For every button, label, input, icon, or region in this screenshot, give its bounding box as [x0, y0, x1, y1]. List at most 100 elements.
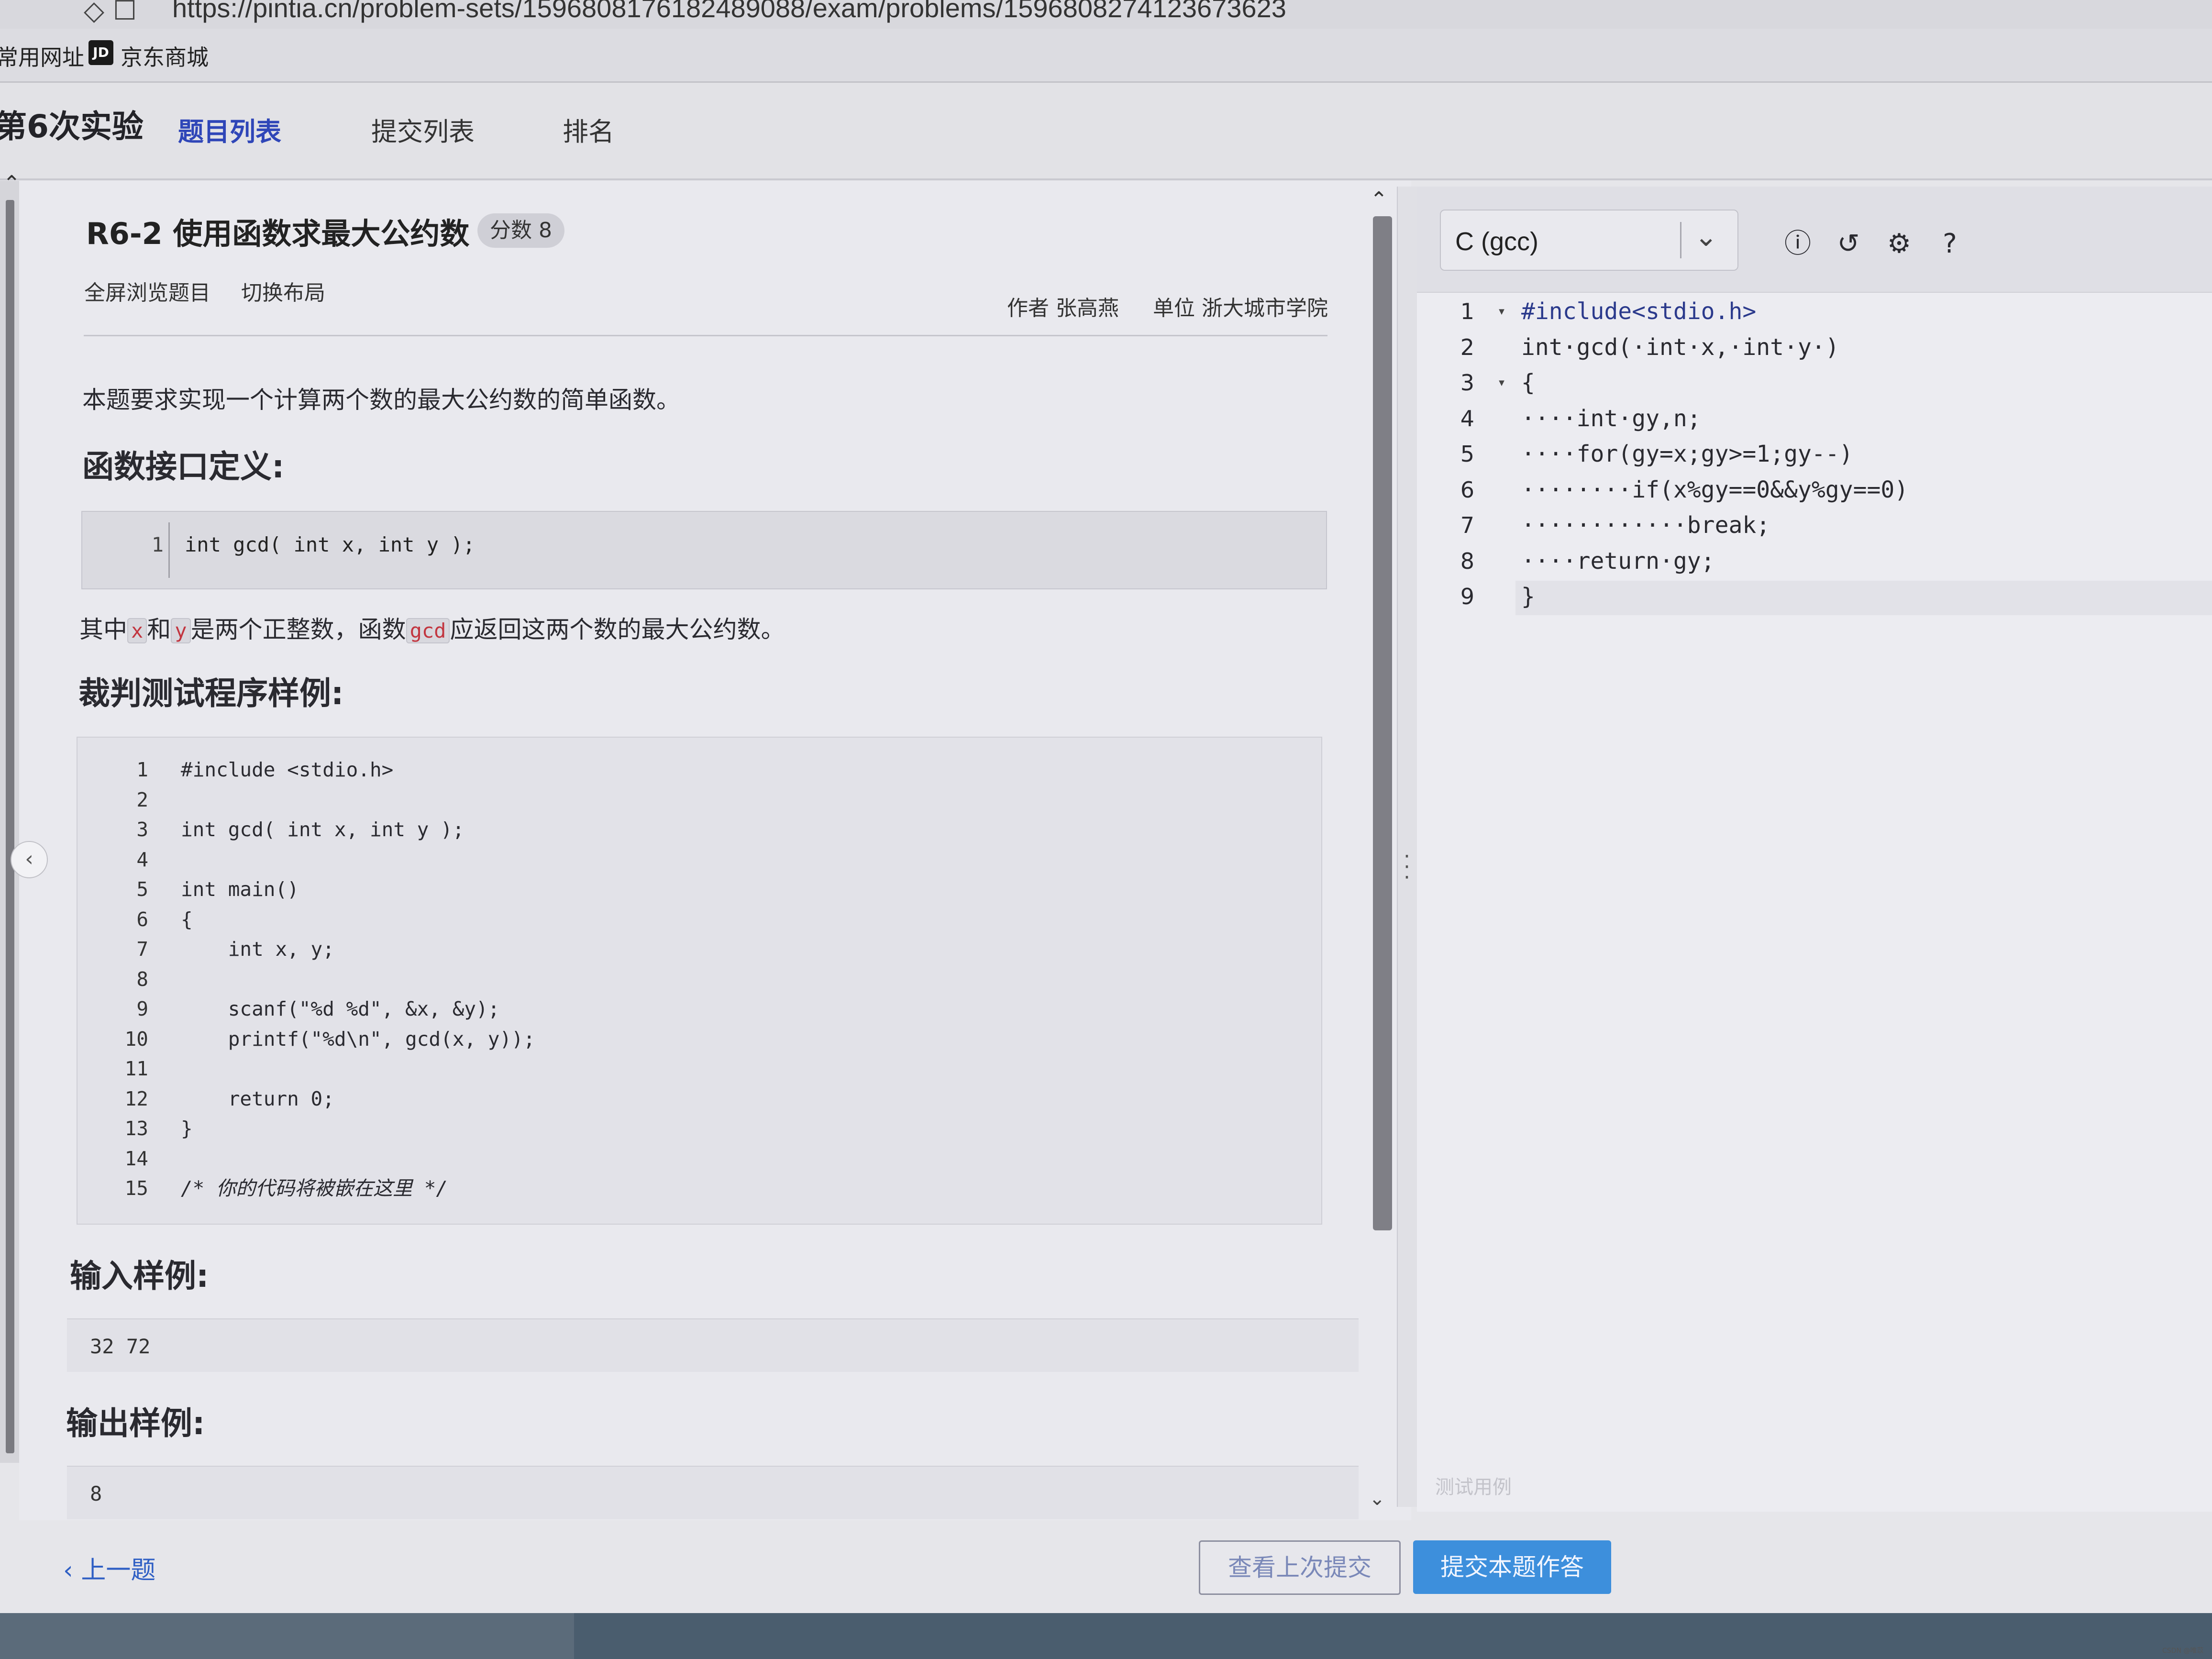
line-number: 2 [1460, 334, 1474, 360]
taskbar [0, 1613, 2212, 1659]
sample-code-line: 6{ [77, 905, 1311, 934]
content-scrollbar-thumb[interactable] [1373, 216, 1392, 1230]
content-scrollbar[interactable]: ⌃ [1369, 188, 1396, 1245]
line-number: 1 [151, 533, 164, 556]
prev-problem-label: 上一题 [81, 1556, 156, 1585]
scroll-up-icon[interactable]: ⌃ [3, 171, 21, 196]
editor-code-line[interactable]: 3 ▾ { [1435, 365, 2201, 400]
output-sample-heading: 输出样例: [66, 1405, 205, 1442]
drag-handle-icon[interactable]: · · · [1404, 846, 1410, 888]
line-number: 7 [1460, 512, 1474, 538]
sample-program-heading: 裁判测试程序样例: [78, 675, 344, 712]
explain-part: 和 [147, 616, 171, 643]
exam-title: 第6次实验 [0, 108, 144, 145]
bookmark-common-sites[interactable]: 常用网址 [0, 40, 84, 72]
editor-code-line[interactable]: 7 ············break; [1435, 508, 2201, 543]
scroll-down-icon[interactable]: ⌄ [1369, 1488, 1385, 1510]
taskbar-left [0, 1613, 574, 1659]
code-text: scanf("%d %d", &x, &y); [181, 997, 500, 1020]
line-number: 9 [1460, 584, 1474, 609]
editor-code-line[interactable]: 4 ····int·gy,n; [1435, 401, 2201, 436]
code-text: int gcd( int x, int y ); [181, 818, 465, 841]
input-sample-value: 32 72 [90, 1335, 151, 1358]
problem-title: R6-2 使用函数求最大公约数 [86, 216, 470, 251]
tab-submission-list[interactable]: 提交列表 [371, 111, 475, 148]
scroll-up-icon[interactable]: ⌃ [1370, 188, 1388, 212]
bookmarks-bar: 常用网址 JD 京东商城 [0, 29, 2212, 83]
line-number: 6 [136, 907, 148, 931]
code-text[interactable]: int·gcd(·int·x,·int·y·) [1521, 330, 1839, 365]
app-header: 第6次实验 题目列表 提交列表 排名 [0, 83, 2212, 180]
sample-code-line: 15 /* 你的代码将被嵌在这里 */ [77, 1173, 1311, 1203]
bookmark-jd-mall[interactable]: 京东商城 [121, 40, 209, 72]
sample-code-line: 10 printf("%d\n", gcd(x, y)); [77, 1024, 1311, 1054]
code-text: int main() [181, 878, 299, 901]
fold-arrow-icon[interactable]: ▾ [1497, 365, 1506, 400]
switch-layout-link[interactable]: 切换布局 [241, 276, 325, 306]
output-sample-value: 8 [90, 1482, 102, 1505]
settings-gear-icon[interactable]: ⚙ [1885, 230, 1913, 258]
left-scrollbar-thumb[interactable] [6, 200, 14, 1453]
submit-answer-button[interactable]: 提交本题作答 [1413, 1540, 1611, 1594]
chevron-down-icon[interactable]: ⌄ [1694, 220, 1718, 253]
explanation-text: 其中 x 和 y 是两个正整数，函数 gcd 应返回这两个数的最大公约数。 [79, 610, 785, 645]
code-text[interactable]: { [1521, 365, 1535, 400]
select-divider [1680, 222, 1681, 258]
fullscreen-view-link[interactable]: 全屏浏览题目 [84, 276, 210, 306]
code-text[interactable]: } [1521, 579, 1535, 614]
fold-arrow-icon[interactable]: ▾ [1497, 294, 1506, 329]
line-number: 8 [136, 967, 148, 991]
view-last-submission-button[interactable]: 查看上次提交 [1199, 1540, 1401, 1595]
editor-code-line[interactable]: 9} [1435, 579, 2201, 614]
line-number: 7 [136, 938, 148, 961]
line-number: 5 [1460, 441, 1474, 467]
inline-code-y: y [171, 618, 191, 643]
output-sample-box: 8 [67, 1466, 1359, 1519]
question-circle-icon[interactable]: ? [1936, 230, 1964, 258]
line-number: 4 [136, 848, 148, 871]
sample-code-line: 11 [77, 1054, 1311, 1084]
editor-code-line[interactable]: 1 ▾ #include<stdio.h> [1435, 294, 2201, 329]
line-number: 3 [136, 818, 148, 841]
line-number: 11 [124, 1057, 148, 1080]
help-circle-icon[interactable]: ⓘ [1783, 230, 1812, 258]
code-text: int x, y; [181, 938, 334, 961]
code-text[interactable]: ········if(x%gy==0&&y%gy==0) [1521, 472, 1908, 508]
line-number: 2 [136, 788, 148, 811]
editor-code-line[interactable]: 5 ····for(gy=x;gy>=1;gy--) [1435, 436, 2201, 472]
history-icon[interactable]: ↺ [1834, 230, 1863, 258]
line-number: 5 [136, 878, 148, 901]
editor-code-line[interactable]: 2 int·gcd(·int·x,·int·y·) [1435, 330, 2201, 365]
sample-code-line: 9 scanf("%d %d", &x, &y); [77, 994, 1311, 1024]
panel-splitter[interactable]: · · · [1397, 187, 1418, 1507]
address-url[interactable]: https://pintia.cn/problem-sets/159680817… [172, 0, 1286, 23]
code-text[interactable]: ····int·gy,n; [1521, 401, 1701, 436]
line-number: 1 [1460, 299, 1474, 324]
code-text: } [181, 1117, 193, 1140]
code-text[interactable]: ····return·gy; [1521, 543, 1715, 579]
input-sample-box: 32 72 [67, 1318, 1359, 1372]
prev-problem-link[interactable]: ‹ 上一题 [63, 1550, 155, 1586]
test-cases-label[interactable]: 测试用例 [1435, 1471, 1512, 1499]
left-scrollbar[interactable]: ⌃ [0, 171, 21, 1463]
code-text: return 0; [181, 1087, 334, 1110]
code-text: #include <stdio.h> [181, 758, 394, 781]
code-text[interactable]: #include<stdio.h> [1521, 294, 1756, 329]
jd-logo-icon: JD [88, 40, 113, 65]
editor-code-line[interactable]: 6 ········if(x%gy==0&&y%gy==0) [1435, 472, 2201, 508]
code-text[interactable]: ····for(gy=x;gy>=1;gy--) [1521, 436, 1853, 472]
code-text[interactable]: ············break; [1521, 508, 1770, 543]
score-badge: 分数 8 [477, 213, 564, 248]
input-sample-heading: 输入样例: [70, 1258, 209, 1294]
language-select[interactable]: C (gcc) ⌄ [1440, 210, 1738, 271]
shield-icon[interactable]: ◇ ☐ [84, 0, 137, 26]
problem-author: 作者 张高燕 [1007, 296, 1119, 321]
editor-code-line[interactable]: 8 ····return·gy; [1435, 543, 2201, 579]
language-value: C (gcc) [1455, 227, 1538, 256]
sample-code-line: 4 [77, 845, 1311, 874]
tab-problem-list[interactable]: 题目列表 [178, 111, 281, 148]
tab-ranking[interactable]: 排名 [563, 111, 614, 148]
collapse-panel-chevron-left-icon[interactable]: ‹ [11, 841, 48, 878]
inline-code-x: x [127, 618, 147, 643]
line-number: 15 [124, 1177, 148, 1200]
